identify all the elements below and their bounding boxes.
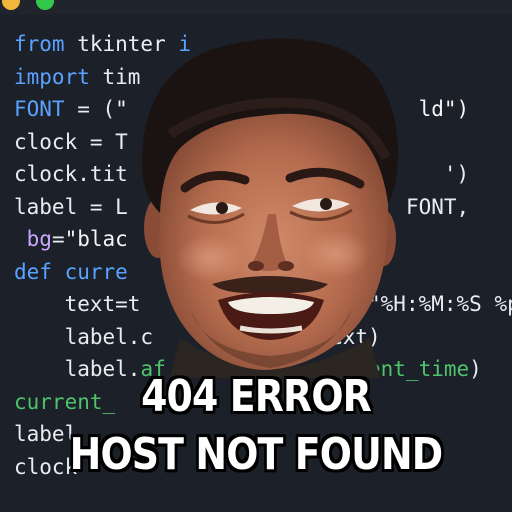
zoom-window-button[interactable] (36, 0, 54, 10)
code-token: = ( (77, 97, 116, 121)
code-token: = (51, 227, 65, 251)
code-token: label (14, 194, 90, 219)
code-token: def (14, 259, 65, 284)
code-token: curre (64, 259, 128, 284)
code-token: tim (102, 64, 141, 89)
code-token: = L (89, 194, 128, 219)
window-titlebar (0, 0, 512, 14)
meme-caption-line-1: 404 ERROR (141, 371, 372, 422)
code-token: clock.tit (14, 162, 128, 186)
code-token: text=t (14, 292, 141, 316)
code-token: "blac (64, 227, 128, 251)
code-token: from (14, 32, 78, 56)
code-token: bg (26, 227, 52, 251)
crying-face-image (141, 38, 398, 378)
code-token: import (14, 64, 103, 89)
meme-image: from tkinter i import tim FONT = (" ld") cl… (0, 0, 512, 512)
code-token: " (115, 97, 128, 121)
code-token: clock (14, 129, 90, 154)
code-token: FONT (14, 97, 78, 121)
code-token: label.c (14, 324, 154, 349)
minimize-window-button[interactable] (2, 0, 20, 10)
code-token: = T (89, 129, 128, 154)
meme-caption-line-2: HOST NOT FOUND (69, 429, 444, 480)
